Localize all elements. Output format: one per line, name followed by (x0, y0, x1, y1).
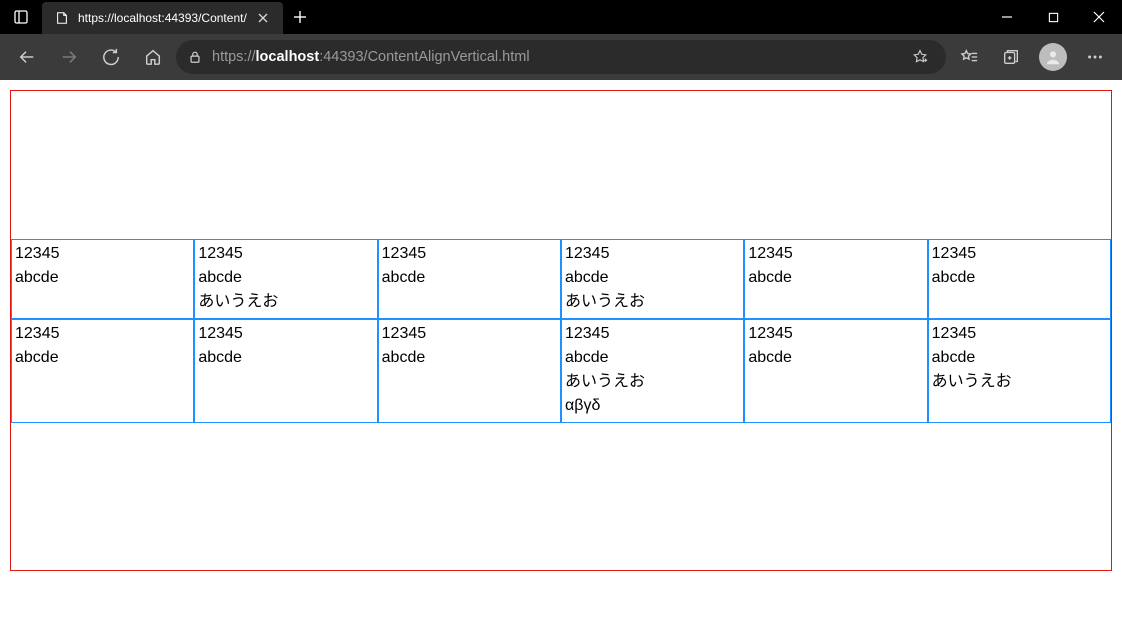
page-icon (54, 10, 70, 26)
home-button[interactable] (134, 38, 172, 76)
grid-cell: 12345 abcde あいうえお (561, 239, 744, 319)
cell-text: 12345 (15, 322, 190, 346)
cell-text: abcde (198, 346, 373, 370)
cell-text: abcde (748, 266, 923, 290)
grid-cell: 12345 abcde (744, 239, 927, 319)
arrow-right-icon (60, 48, 78, 66)
titlebar: https://localhost:44393/Content/ (0, 0, 1122, 34)
cell-text: abcde (932, 266, 1107, 290)
close-window-button[interactable] (1076, 0, 1122, 34)
cell-text: 12345 (198, 322, 373, 346)
maximize-icon (1048, 12, 1059, 23)
cell-text: abcde (565, 346, 740, 370)
grid-cell: 12345 abcde (194, 319, 377, 423)
grid-cell: 12345 abcde (744, 319, 927, 423)
minimize-icon (1001, 11, 1013, 23)
minimize-button[interactable] (984, 0, 1030, 34)
tab-title: https://localhost:44393/Content/ (78, 11, 247, 25)
plus-icon (293, 10, 307, 24)
cell-text: abcde (565, 266, 740, 290)
cell-text: abcde (932, 346, 1107, 370)
grid-cell: 12345 abcde (11, 239, 194, 319)
tab-active[interactable]: https://localhost:44393/Content/ (42, 2, 283, 34)
grid-cell: 12345 abcde あいうえお (928, 319, 1111, 423)
grid-row: 12345 abcde 12345 abcde 12345 abcde 1234… (11, 319, 1111, 423)
page-viewport: 12345 abcde 12345 abcde あいうえお 12345 abcd… (0, 80, 1122, 622)
cell-text: あいうえお (198, 290, 373, 314)
tab-actions-button[interactable] (0, 0, 42, 34)
star-plus-icon (912, 49, 928, 65)
grid-cell: 12345 abcde あいうえお αβγδ (561, 319, 744, 423)
cell-text: あいうえお (932, 370, 1107, 394)
cell-text: 12345 (198, 242, 373, 266)
url-text: https://localhost:44393/ContentAlignVert… (212, 49, 530, 65)
star-lines-icon (960, 48, 978, 66)
cell-text: 12345 (565, 242, 740, 266)
favorite-button[interactable] (906, 43, 934, 71)
grid-cell: 12345 abcde (928, 239, 1111, 319)
cell-text: 12345 (565, 322, 740, 346)
toolbar: https://localhost:44393/ContentAlignVert… (0, 34, 1122, 80)
grid-row: 12345 abcde 12345 abcde あいうえお 12345 abcd… (11, 239, 1111, 319)
cell-text: abcde (198, 266, 373, 290)
favorites-button[interactable] (950, 38, 988, 76)
tab-actions-icon (13, 9, 29, 25)
forward-button[interactable] (50, 38, 88, 76)
titlebar-drag-region[interactable] (317, 0, 984, 34)
window-controls (984, 0, 1122, 34)
home-icon (144, 48, 162, 66)
grid-cell: 12345 abcde (378, 239, 561, 319)
grid-cell: 12345 abcde (378, 319, 561, 423)
cell-text: あいうえお (565, 370, 740, 394)
new-tab-button[interactable] (283, 0, 317, 34)
arrow-left-icon (18, 48, 36, 66)
close-icon (258, 13, 268, 23)
outer-frame: 12345 abcde 12345 abcde あいうえお 12345 abcd… (10, 90, 1112, 571)
collections-icon (1002, 48, 1020, 66)
cell-text: 12345 (382, 322, 557, 346)
close-icon (1093, 11, 1105, 23)
url-path: /ContentAlignVertical.html (364, 49, 530, 65)
cell-text: 12345 (748, 242, 923, 266)
more-button[interactable] (1076, 38, 1114, 76)
lock-icon (188, 50, 202, 64)
grid: 12345 abcde 12345 abcde あいうえお 12345 abcd… (11, 239, 1111, 423)
cell-text: abcde (15, 346, 190, 370)
cell-text: あいうえお (565, 290, 740, 314)
maximize-button[interactable] (1030, 0, 1076, 34)
refresh-button[interactable] (92, 38, 130, 76)
cell-text: abcde (15, 266, 190, 290)
grid-cell: 12345 abcde あいうえお (194, 239, 377, 319)
cell-text: abcde (382, 266, 557, 290)
url-scheme: https:// (212, 49, 256, 65)
avatar-icon (1039, 43, 1067, 71)
cell-text: 12345 (932, 242, 1107, 266)
cell-text: αβγδ (565, 394, 740, 418)
address-bar[interactable]: https://localhost:44393/ContentAlignVert… (176, 40, 946, 74)
cell-text: abcde (748, 346, 923, 370)
collections-button[interactable] (992, 38, 1030, 76)
cell-text: 12345 (932, 322, 1107, 346)
profile-button[interactable] (1034, 38, 1072, 76)
back-button[interactable] (8, 38, 46, 76)
tab-close-button[interactable] (255, 10, 271, 26)
refresh-icon (102, 48, 120, 66)
grid-cell: 12345 abcde (11, 319, 194, 423)
url-port: :44393 (319, 49, 363, 65)
cell-text: 12345 (748, 322, 923, 346)
url-host: localhost (256, 49, 320, 65)
ellipsis-icon (1086, 48, 1104, 66)
cell-text: 12345 (15, 242, 190, 266)
cell-text: abcde (382, 346, 557, 370)
cell-text: 12345 (382, 242, 557, 266)
